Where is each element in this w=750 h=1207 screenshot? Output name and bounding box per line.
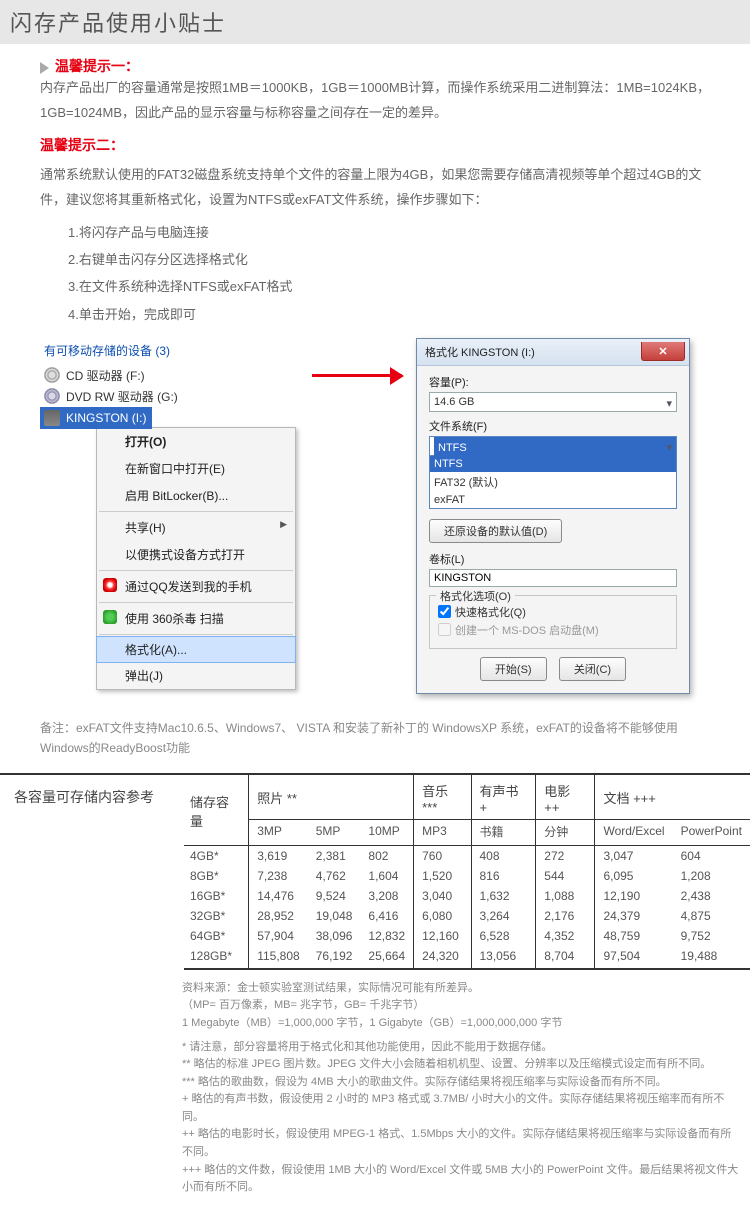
ctx-portable[interactable]: 以便携式设备方式打开 xyxy=(97,541,295,568)
format-options-legend: 格式化选项(O) xyxy=(436,588,515,604)
volume-label: 卷标(L) xyxy=(429,551,677,567)
note-text: 备注：exFAT文件支持Mac10.6.5、Windows7、 VISTA 和安… xyxy=(0,718,750,759)
ctx-format[interactable]: 格式化(A)... xyxy=(97,637,295,662)
drive-usb-selected[interactable]: KINGSTON (I:) xyxy=(40,407,298,429)
ctx-open[interactable]: 打开(O) xyxy=(97,428,295,455)
fs-option-exfat[interactable]: exFAT xyxy=(430,492,676,508)
triangle-icon xyxy=(40,62,49,74)
dialog-titlebar: 格式化 KINGSTON (I:) ✕ xyxy=(417,339,689,366)
restore-defaults-button[interactable]: 还原设备的默认值(D) xyxy=(429,519,562,543)
fineprint: 资料来源：金士顿实验室测试结果，实际情况可能有所差异。 （MP= 百万像素，MB… xyxy=(0,976,750,1207)
volume-input[interactable] xyxy=(429,569,677,587)
format-dialog: 格式化 KINGSTON (I:) ✕ 容量(P): 14.6 GB 文件系统(… xyxy=(416,338,690,694)
arrow-icon xyxy=(312,338,402,377)
cd-icon xyxy=(44,367,60,383)
dialog-title: 格式化 KINGSTON (I:) xyxy=(425,344,535,360)
ctx-bitlocker[interactable]: 启用 BitLocker(B)... xyxy=(97,482,295,509)
tip1-heading: 温馨提示一： xyxy=(40,56,720,76)
usb-icon xyxy=(44,410,60,426)
start-button[interactable]: 开始(S) xyxy=(480,657,547,681)
steps-list: 1.将闪存产品与电脑连接 2.右键单击闪存分区选择格式化 3.在文件系统种选择N… xyxy=(68,219,720,328)
close-icon[interactable]: ✕ xyxy=(641,342,685,361)
filesystem-label: 文件系统(F) xyxy=(429,418,677,434)
filesystem-select[interactable]: NTFS xyxy=(429,436,677,456)
tip2-heading: 温馨提示二： xyxy=(40,135,720,155)
ctx-qq[interactable]: 通过QQ发送到我的手机 xyxy=(97,573,295,600)
msdos-checkbox: 创建一个 MS-DOS 启动盘(M) xyxy=(438,622,668,638)
fs-option-fat32[interactable]: FAT32 (默认) xyxy=(430,472,676,492)
format-options-group: 格式化选项(O) 快速格式化(Q) 创建一个 MS-DOS 启动盘(M) xyxy=(429,595,677,649)
table-section-label: 各容量可存储内容参考 xyxy=(0,775,184,970)
ctx-360[interactable]: 使用 360杀毒 扫描 xyxy=(97,605,295,632)
quick-format-checkbox[interactable]: 快速格式化(Q) xyxy=(438,604,668,620)
explorer-heading: 有可移动存储的设备 (3) xyxy=(44,342,298,359)
filesystem-dropdown: NTFS FAT32 (默认) exFAT xyxy=(429,456,677,509)
explorer-panel: 有可移动存储的设备 (3) CD 驱动器 (F:) DVD RW 驱动器 (G:… xyxy=(40,338,298,690)
dvd-icon xyxy=(44,388,60,404)
tip1-body: 内存产品出厂的容量通常是按照1MB＝1000KB，1GB＝1000MB计算，而操… xyxy=(40,76,720,125)
page-title: 闪存产品使用小贴士 xyxy=(0,0,750,44)
ctx-share[interactable]: 共享(H) xyxy=(97,514,295,541)
ctx-newwin[interactable]: 在新窗口中打开(E) xyxy=(97,455,295,482)
tip2-body: 通常系统默认使用的FAT32磁盘系统支持单个文件的容量上限为4GB，如果您需要存… xyxy=(40,163,720,212)
context-menu: 打开(O) 在新窗口中打开(E) 启用 BitLocker(B)... 共享(H… xyxy=(96,427,296,690)
drive-cd[interactable]: CD 驱动器 (F:) xyxy=(40,365,298,386)
capacity-label: 容量(P): xyxy=(429,374,677,390)
capacity-table: 储存容量 照片 ** 音乐*** 有声书 + 电影 ++ 文档 +++ 3MP5… xyxy=(184,775,750,970)
drive-dvd[interactable]: DVD RW 驱动器 (G:) xyxy=(40,386,298,407)
close-button[interactable]: 关闭(C) xyxy=(559,657,626,681)
capacity-select[interactable]: 14.6 GB xyxy=(429,392,677,412)
ctx-eject[interactable]: 弹出(J) xyxy=(97,662,295,689)
